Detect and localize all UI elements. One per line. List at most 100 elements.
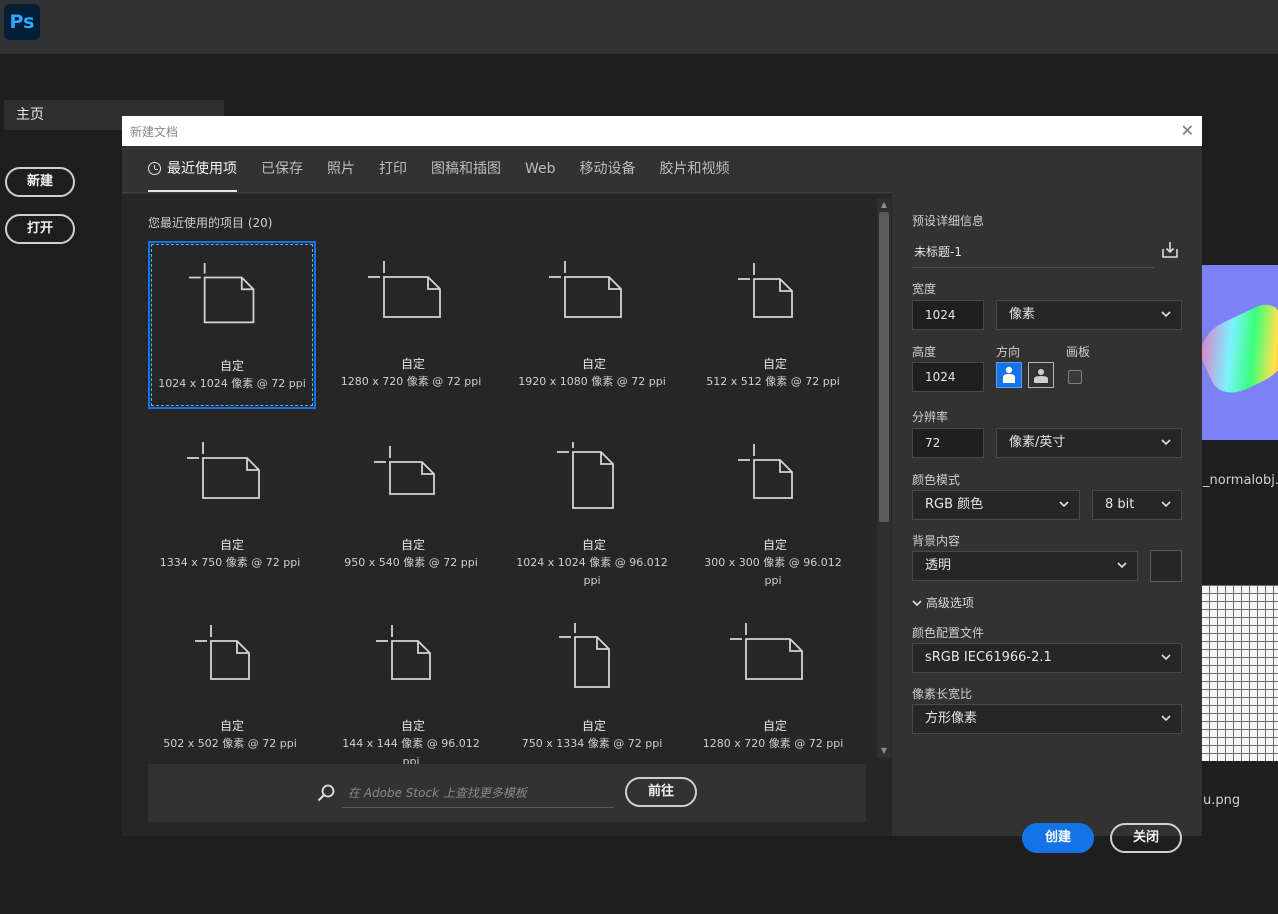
- preset-tile[interactable]: 自定 512 x 512 像素 @ 72 ppi: [691, 241, 859, 409]
- width-unit-value: 像素: [1009, 307, 1036, 322]
- preset-tile[interactable]: 自定 1024 x 1024 像素 @ 72 ppi: [148, 241, 316, 409]
- chevron-down-icon: [1117, 562, 1127, 569]
- preset-tile[interactable]: 自定 950 x 540 像素 @ 72 ppi: [329, 422, 497, 590]
- stock-search-input[interactable]: [342, 778, 614, 808]
- preset-description: 950 x 540 像素 @ 72 ppi: [344, 556, 478, 569]
- preset-tile[interactable]: 自定 1280 x 720 像素 @ 72 ppi: [329, 241, 497, 409]
- preset-name: 自定: [400, 719, 425, 733]
- tab-5[interactable]: Web: [525, 146, 556, 192]
- resolution-unit-select[interactable]: 像素/英寸: [996, 428, 1182, 458]
- document-icon: [738, 444, 793, 499]
- document-icon: [189, 263, 255, 324]
- tab-label: 最近使用项: [167, 161, 237, 177]
- scroll-thumb[interactable]: [879, 212, 889, 522]
- go-button[interactable]: 前往: [625, 777, 697, 807]
- preset-tile[interactable]: 自定 750 x 1334 像素 @ 72 ppi: [510, 603, 678, 771]
- preset-name: 自定: [581, 719, 606, 733]
- preset-description: 502 x 502 像素 @ 72 ppi: [163, 737, 297, 750]
- preset-tile[interactable]: 自定 300 x 300 像素 @ 96.012 ppi: [691, 422, 859, 590]
- tab-label: 移动设备: [579, 161, 636, 177]
- preset-tile[interactable]: 自定 1024 x 1024 像素 @ 96.012 ppi: [510, 422, 678, 590]
- chevron-down-icon: [1059, 501, 1069, 508]
- landscape-orientation-button[interactable]: [1028, 362, 1054, 388]
- tab-4[interactable]: 图稿和插图: [431, 146, 501, 192]
- advanced-options-toggle[interactable]: 高级选项: [912, 594, 974, 611]
- preset-name: 自定: [400, 538, 425, 552]
- artboard-label: 画板: [1066, 345, 1091, 359]
- width-unit-select[interactable]: 像素: [996, 300, 1182, 330]
- recent-file-thumbnail[interactable]: [1202, 265, 1278, 440]
- background-color-swatch[interactable]: [1150, 550, 1182, 582]
- background-contents-select[interactable]: 透明: [912, 551, 1138, 581]
- preset-name: 自定: [219, 538, 244, 552]
- tab-7[interactable]: 胶片和视频: [660, 146, 730, 192]
- color-profile-value: sRGB IEC61966-2.1: [925, 650, 1052, 665]
- recent-file-name[interactable]: _normalobj.ps: [1203, 473, 1278, 488]
- tab-6[interactable]: 移动设备: [580, 146, 636, 192]
- preset-category-tabs: 最近使用项 已保存 照片 打印 图稿和插图 Web 移动设备 胶片和视频: [148, 146, 754, 192]
- preset-name: 自定: [581, 538, 606, 552]
- preset-tile[interactable]: 自定 1280 x 720 像素 @ 72 ppi: [691, 603, 859, 771]
- scroll-down-arrow-icon[interactable]: ▼: [879, 746, 889, 756]
- preset-name: 自定: [762, 357, 787, 371]
- preset-description: 1024 x 1024 像素 @ 96.012 ppi: [516, 556, 668, 587]
- tab-1[interactable]: 已保存: [261, 146, 303, 192]
- preset-name: 自定: [219, 719, 244, 733]
- portrait-orientation-button[interactable]: [996, 362, 1022, 388]
- portrait-person-icon: [1003, 366, 1015, 383]
- resolution-unit-value: 像素/英寸: [1009, 435, 1066, 450]
- color-mode-select[interactable]: RGB 颜色: [912, 490, 1080, 520]
- background-contents-label: 背景内容: [912, 534, 961, 548]
- close-icon[interactable]: ✕: [1181, 121, 1194, 141]
- document-icon: [368, 261, 441, 318]
- close-button[interactable]: 关闭: [1110, 823, 1182, 853]
- preset-name: 自定: [581, 357, 606, 371]
- document-icon: [187, 442, 260, 499]
- clock-icon: [148, 162, 161, 175]
- preset-name: 自定: [762, 719, 787, 733]
- bit-depth-select[interactable]: 8 bit: [1092, 490, 1182, 520]
- tab-0[interactable]: 最近使用项: [148, 146, 237, 192]
- preset-tile[interactable]: 自定 502 x 502 像素 @ 72 ppi: [148, 603, 316, 771]
- chevron-down-icon: [912, 600, 922, 607]
- document-icon: [374, 446, 435, 495]
- preset-tile[interactable]: 自定 1334 x 750 像素 @ 72 ppi: [148, 422, 316, 590]
- height-input[interactable]: 1024: [912, 362, 984, 392]
- search-icon: [317, 784, 335, 802]
- app-topbar: Ps: [0, 0, 1278, 54]
- scroll-up-arrow-icon[interactable]: ▲: [879, 200, 889, 210]
- artboard-checkbox[interactable]: [1068, 370, 1082, 384]
- new-document-dialog: 新建文档 ✕ 最近使用项 已保存 照片 打印 图稿和插图 Web 移动设备 胶片和视频 您最近…: [122, 116, 1202, 853]
- open-button[interactable]: 打开: [5, 214, 75, 244]
- photoshop-logo[interactable]: Ps: [4, 4, 40, 40]
- width-input[interactable]: 1024: [912, 300, 984, 330]
- resolution-input[interactable]: 72: [912, 428, 984, 458]
- color-profile-select[interactable]: sRGB IEC61966-2.1: [912, 643, 1182, 673]
- document-icon: [738, 263, 793, 318]
- chevron-down-icon: [1161, 311, 1171, 318]
- thumbnail-art: [1202, 299, 1278, 401]
- document-icon: [730, 623, 803, 680]
- document-icon: [557, 442, 614, 509]
- recent-file-name[interactable]: u.png: [1203, 793, 1240, 808]
- height-label: 高度: [912, 345, 937, 359]
- preset-tile[interactable]: 自定 144 x 144 像素 @ 96.012 ppi: [329, 603, 497, 771]
- create-button[interactable]: 创建: [1022, 823, 1094, 853]
- tab-label: 已保存: [261, 161, 303, 177]
- save-preset-icon[interactable]: [1160, 240, 1180, 260]
- tab-3[interactable]: 打印: [379, 146, 407, 192]
- pixel-aspect-select[interactable]: 方形像素: [912, 704, 1182, 734]
- tab-2[interactable]: 照片: [327, 146, 355, 192]
- recent-items-heading: 您最近使用的项目 (20): [148, 216, 273, 230]
- pixel-aspect-value: 方形像素: [925, 711, 978, 726]
- document-name-field[interactable]: 未标题-1: [912, 236, 1154, 268]
- new-button[interactable]: 新建: [5, 167, 75, 197]
- presets-pane: 您最近使用的项目 (20) 自定 1024 x 1024 像素 @ 72 ppi 自…: [122, 194, 892, 836]
- tab-divider: [122, 192, 892, 193]
- preset-description: 750 x 1334 像素 @ 72 ppi: [521, 737, 663, 750]
- presets-scrollbar[interactable]: ▲ ▼: [877, 198, 891, 758]
- orientation-label: 方向: [996, 345, 1021, 359]
- recent-file-thumbnail[interactable]: [1202, 585, 1278, 761]
- preset-description: 1920 x 1080 像素 @ 72 ppi: [518, 375, 666, 388]
- preset-tile[interactable]: 自定 1920 x 1080 像素 @ 72 ppi: [510, 241, 678, 409]
